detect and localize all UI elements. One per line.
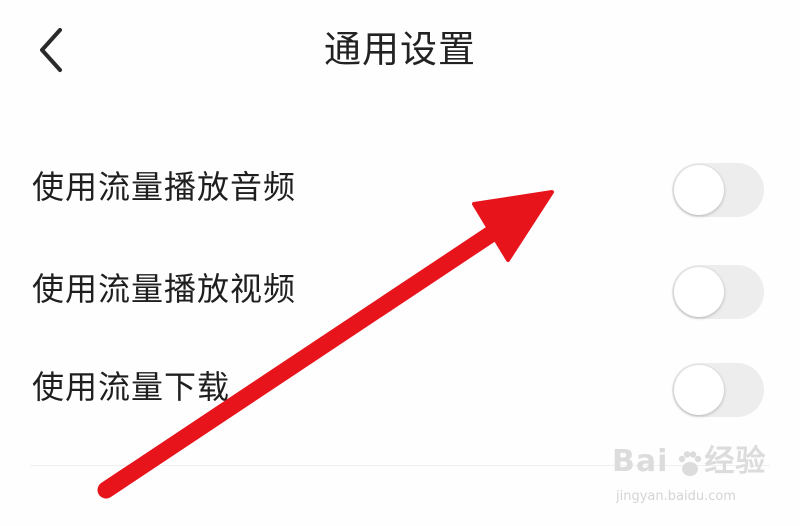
toggle-knob — [674, 165, 724, 215]
settings-screen: 通用设置 使用流量播放音频 使用流量播放视频 使用流量下载 Bai 经验 jin… — [0, 0, 800, 526]
paw-icon — [678, 451, 702, 476]
setting-row-audio[interactable]: 使用流量播放音频 — [0, 142, 800, 240]
setting-label: 使用流量播放音频 — [32, 168, 297, 206]
toggle-switch[interactable] — [672, 265, 764, 319]
page-title: 通用设置 — [324, 28, 476, 71]
toggle-knob — [674, 267, 724, 317]
header-bar: 通用设置 — [0, 0, 800, 100]
baidu-jingyan-watermark: Bai 经验 jingyan.baidu.com — [612, 438, 792, 520]
watermark-url: jingyan.baidu.com — [616, 489, 736, 504]
setting-row-video[interactable]: 使用流量播放视频 — [0, 244, 800, 342]
toggle-switch[interactable] — [672, 363, 764, 417]
toggle-knob — [674, 365, 724, 415]
setting-row-download[interactable]: 使用流量下载 — [0, 342, 800, 440]
setting-label: 使用流量播放视频 — [32, 270, 297, 308]
toggle-switch[interactable] — [672, 163, 764, 217]
setting-label: 使用流量下载 — [32, 368, 231, 406]
